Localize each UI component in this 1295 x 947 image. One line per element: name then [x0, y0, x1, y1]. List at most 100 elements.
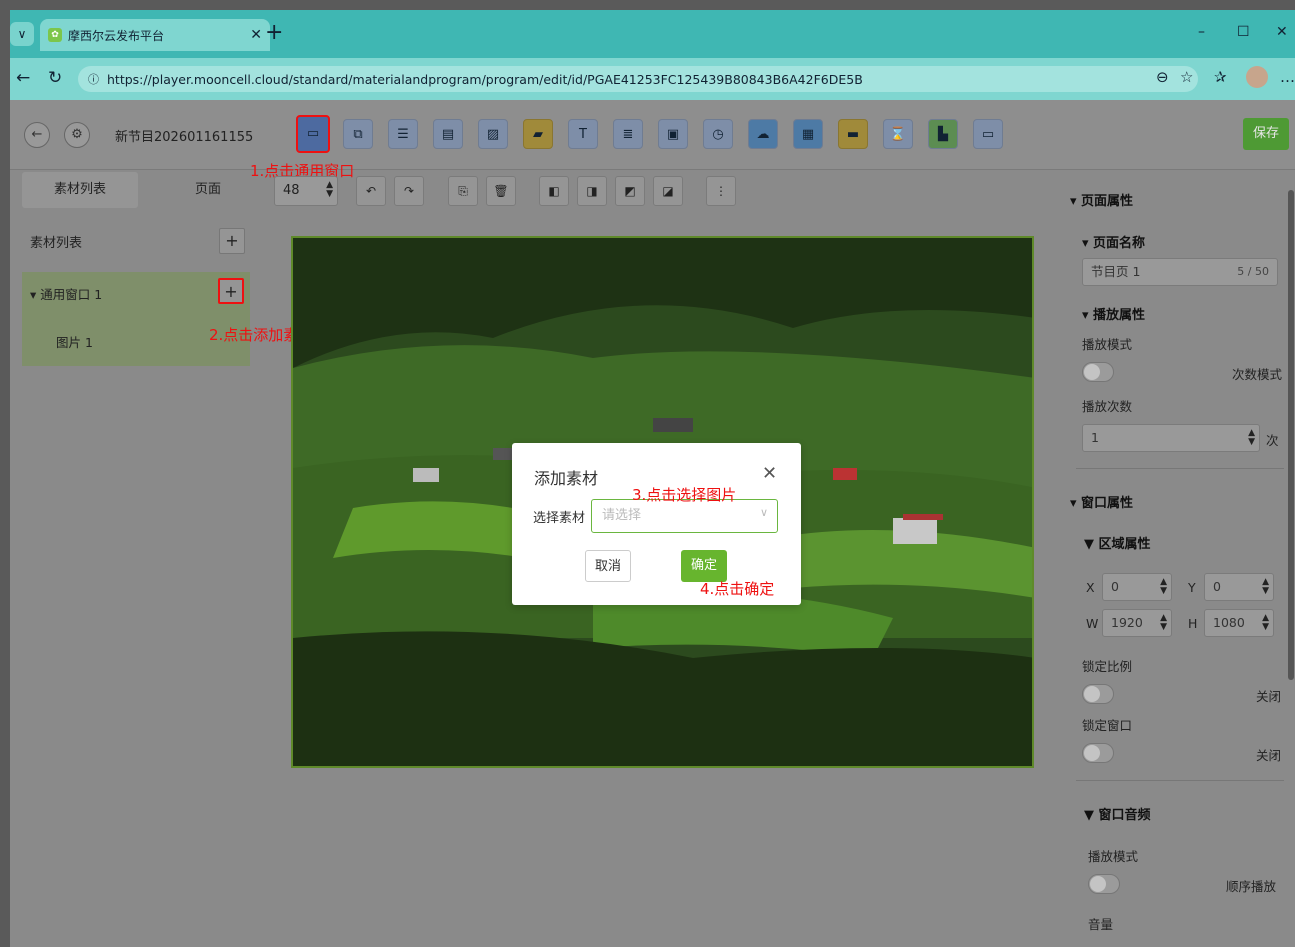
- weather-tool[interactable]: ☁: [748, 119, 778, 149]
- stream-tool[interactable]: ▬: [838, 119, 868, 149]
- window-props-header[interactable]: ▾ 窗口属性: [1070, 492, 1133, 511]
- clock-tool[interactable]: ◷: [703, 119, 733, 149]
- minimize-icon[interactable]: –: [1198, 24, 1205, 40]
- bring-front-button[interactable]: ◧: [539, 176, 569, 206]
- zoom-icon[interactable]: ⊖: [1156, 68, 1169, 86]
- divider: [1076, 780, 1284, 781]
- more-menu-icon[interactable]: …: [1280, 68, 1295, 86]
- tab-material-list[interactable]: 素材列表: [22, 172, 138, 208]
- device-tool[interactable]: ▭: [973, 119, 1003, 149]
- stepper-icon[interactable]: ▲ ▼: [1262, 578, 1269, 596]
- play-count-input[interactable]: 1 ▲ ▼: [1082, 424, 1260, 452]
- move-down-button[interactable]: ◪: [653, 176, 683, 206]
- layer-down-icon: ◨: [586, 184, 598, 198]
- video-tool[interactable]: ▤: [433, 119, 463, 149]
- tab-close-icon[interactable]: ✕: [250, 27, 262, 43]
- lock-ratio-value: 关闭: [1256, 689, 1282, 704]
- page-name-header[interactable]: ▾ 页面名称: [1082, 232, 1145, 251]
- web-tool[interactable]: ▣: [658, 119, 688, 149]
- app-tool[interactable]: ▙: [928, 119, 958, 149]
- window-audio-header[interactable]: ▼ 窗口音频: [1084, 804, 1151, 823]
- redo-button[interactable]: ↷: [394, 176, 424, 206]
- folder-tool[interactable]: ▰: [523, 119, 553, 149]
- back-icon[interactable]: ←: [24, 122, 50, 148]
- h-input[interactable]: 1080 ▲ ▼: [1204, 609, 1274, 637]
- redo-icon: ↷: [403, 184, 415, 198]
- send-back-button[interactable]: ◨: [577, 176, 607, 206]
- image-icon: ▨: [486, 127, 500, 142]
- x-input[interactable]: 0 ▲ ▼: [1102, 573, 1172, 601]
- list-icon: ☰: [397, 127, 409, 142]
- play-mode-toggle[interactable]: [1082, 362, 1114, 382]
- lock-window-toggle[interactable]: [1082, 743, 1114, 763]
- site-info-icon[interactable]: ⓘ: [88, 71, 99, 87]
- audio-mode-toggle[interactable]: [1088, 874, 1120, 894]
- paragraph-icon: ≣: [622, 127, 634, 142]
- close-icon[interactable]: ✕: [762, 463, 777, 484]
- page-name-input[interactable]: 节目页 1 5 / 50: [1082, 258, 1278, 286]
- undo-button[interactable]: ↶: [356, 176, 386, 206]
- play-props-header[interactable]: ▾ 播放属性: [1082, 304, 1145, 323]
- address-bar-row: ← ↻ ⓘ https://player.mooncell.cloud/stan…: [10, 58, 1295, 100]
- y-value: 0: [1213, 579, 1221, 594]
- scrollbar[interactable]: [1288, 190, 1294, 680]
- refresh-icon[interactable]: ↻: [48, 68, 62, 88]
- program-name: 新节目202601161155: [115, 130, 254, 145]
- move-up-button[interactable]: ◩: [615, 176, 645, 206]
- tree-node-window[interactable]: ▾ 通用窗口 1: [30, 284, 102, 303]
- region-props-header[interactable]: ▼ 区域属性: [1084, 533, 1151, 552]
- page-name-counter: 5 / 50: [1237, 265, 1269, 278]
- stepper-icon[interactable]: ▲ ▼: [326, 181, 333, 199]
- w-input[interactable]: 1920 ▲ ▼: [1102, 609, 1172, 637]
- more-options-button[interactable]: ⋮: [706, 176, 736, 206]
- countdown-tool[interactable]: ⌛: [883, 119, 913, 149]
- weather-icon: ☁: [756, 127, 770, 142]
- tab-title: 摩西尔云发布平台: [68, 28, 165, 43]
- new-tab-icon[interactable]: +: [265, 20, 283, 45]
- general-window-tool[interactable]: ▭: [296, 115, 330, 153]
- select-material-label: 选择素材: [533, 511, 586, 526]
- stepper-icon[interactable]: ▲ ▼: [1262, 614, 1269, 632]
- scroll-text-tool[interactable]: ≣: [613, 119, 643, 149]
- copy-window-tool[interactable]: ⧉: [343, 119, 373, 149]
- zoom-input[interactable]: 48 ▲ ▼: [274, 176, 338, 206]
- play-count-unit: 次: [1266, 433, 1279, 448]
- delete-button[interactable]: 🗑: [486, 176, 516, 206]
- y-input[interactable]: 0 ▲ ▼: [1204, 573, 1274, 601]
- site-favicon-icon: ✿: [48, 28, 62, 42]
- add-window-button[interactable]: +: [219, 228, 245, 254]
- calendar-tool[interactable]: ▦: [793, 119, 823, 149]
- text-tool[interactable]: T: [568, 119, 598, 149]
- settings-gear-icon[interactable]: ⚙: [64, 122, 90, 148]
- save-button[interactable]: 保存: [1243, 118, 1289, 150]
- x-label: X: [1086, 580, 1095, 595]
- close-window-icon[interactable]: ✕: [1276, 24, 1288, 40]
- image-tool[interactable]: ▨: [478, 119, 508, 149]
- layer-up-icon: ◧: [548, 184, 560, 198]
- stepper-icon[interactable]: ▲ ▼: [1248, 429, 1255, 447]
- add-material-button[interactable]: +: [218, 278, 244, 304]
- favorite-star-icon[interactable]: ☆: [1180, 68, 1193, 86]
- stepper-icon[interactable]: ▲ ▼: [1160, 578, 1167, 596]
- tab-pages[interactable]: 页面: [150, 172, 266, 208]
- page-props-header[interactable]: ▾ 页面属性: [1070, 190, 1133, 209]
- tab-list-dropdown-icon[interactable]: ∨: [10, 22, 34, 46]
- chevron-down-icon: ∨: [760, 506, 769, 519]
- maximize-icon[interactable]: ☐: [1237, 24, 1250, 40]
- back-arrow-icon[interactable]: ←: [16, 68, 30, 88]
- web-icon: ▣: [666, 127, 680, 142]
- dialog-title: 添加素材: [534, 469, 599, 488]
- stepper-icon[interactable]: ▲ ▼: [1160, 614, 1167, 632]
- x-value: 0: [1111, 579, 1119, 594]
- favorites-list-icon[interactable]: ✰: [1214, 68, 1227, 86]
- url-field[interactable]: ⓘ https://player.mooncell.cloud/standard…: [78, 66, 1198, 92]
- cancel-button[interactable]: 取消: [585, 550, 631, 582]
- copy-button[interactable]: ⎘: [448, 176, 478, 206]
- list-tool[interactable]: ☰: [388, 119, 418, 149]
- lock-ratio-toggle[interactable]: [1082, 684, 1114, 704]
- tree-node-image[interactable]: 图片 1: [56, 332, 93, 351]
- profile-avatar[interactable]: [1246, 66, 1268, 88]
- w-value: 1920: [1111, 615, 1143, 630]
- browser-tab[interactable]: ✿ 摩西尔云发布平台 ✕: [40, 19, 270, 51]
- material-tree: ▾ 通用窗口 1 + 图片 1: [22, 272, 250, 366]
